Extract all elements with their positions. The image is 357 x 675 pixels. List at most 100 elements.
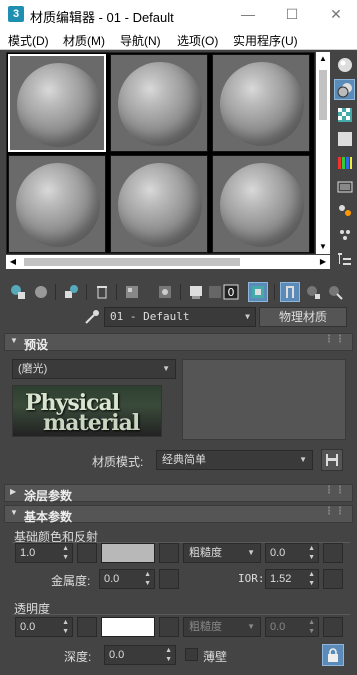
go-to-parent-icon[interactable] (280, 282, 300, 302)
preset-value: (磨光) (18, 363, 48, 375)
transparency-roughness-mode-dropdown[interactable]: 粗糙度 ▼ (183, 617, 261, 637)
material-name-row: 01 - Default ▼ 物理材质 (0, 306, 357, 328)
drag-handle-icon[interactable]: ⋮⋮ (324, 485, 346, 496)
chevron-down-icon[interactable]: ▼ (245, 308, 250, 326)
show-shaded-icon[interactable]: 0 (221, 282, 241, 302)
metalness-spinner[interactable]: 0.0 ▲ ▼ (99, 569, 155, 589)
put-to-library-icon[interactable] (155, 282, 175, 302)
spinner-arrows-icon[interactable]: ▲ ▼ (144, 570, 151, 588)
rollout-basic-params[interactable]: ▼ 基本参数 ⋮⋮ (4, 505, 353, 524)
logo-line2: material (43, 410, 140, 436)
transparency-color-swatch[interactable] (101, 617, 155, 637)
make-unique-icon[interactable] (122, 282, 142, 302)
scroll-thumb[interactable] (319, 70, 327, 120)
transparency-weight-map-button[interactable] (77, 617, 97, 637)
ior-map-button[interactable] (323, 569, 343, 589)
sample-slot[interactable] (8, 54, 106, 152)
maximize-button[interactable]: ☐ (282, 4, 302, 24)
sample-slot[interactable] (212, 155, 310, 253)
scroll-left-icon[interactable]: ◀ (6, 255, 20, 269)
depth-spinner[interactable]: 0.0 ▲ ▼ (104, 645, 176, 665)
spinner-arrows-icon[interactable]: ▲ ▼ (165, 646, 172, 664)
thin-walled-checkbox[interactable] (185, 648, 198, 661)
toolbar-separator (55, 284, 56, 300)
material-map-navigator-icon[interactable] (325, 282, 345, 302)
horizontal-scrollbar[interactable]: ◀ ▶ (6, 255, 330, 269)
transparency-roughness-map-button[interactable] (323, 617, 343, 637)
make-preview-icon[interactable] (334, 176, 355, 197)
base-color-swatch[interactable] (101, 543, 155, 563)
scroll-down-icon[interactable]: ▼ (316, 240, 330, 254)
depth-label: 深度: (64, 650, 92, 664)
sample-type-icon[interactable] (334, 54, 355, 75)
close-button[interactable]: ✕ (326, 4, 346, 24)
menu-modes[interactable]: 模式(D) (8, 32, 49, 49)
sample-slot[interactable] (110, 155, 208, 253)
select-by-material-icon[interactable] (334, 224, 355, 245)
video-color-check-icon[interactable] (334, 152, 355, 173)
base-weight-map-button[interactable] (77, 543, 97, 563)
show-in-viewport-icon[interactable] (248, 282, 268, 302)
rollout-presets[interactable]: ▼ 预设 ⋮⋮ (4, 333, 353, 352)
spinner-arrows-icon[interactable]: ▲ ▼ (308, 618, 315, 636)
material-mode-dropdown[interactable]: 经典简单 ▼ (156, 450, 313, 470)
material-id-channel-icon[interactable] (186, 282, 206, 302)
sample-slot[interactable] (110, 54, 208, 152)
put-to-scene-icon[interactable] (31, 282, 51, 302)
background-icon[interactable] (334, 104, 355, 125)
drag-handle-icon[interactable]: ⋮⋮ (324, 506, 346, 517)
chevron-down-icon[interactable]: ▼ (299, 451, 307, 469)
metalness-label: 金属度: (51, 574, 91, 588)
material-type-button[interactable]: 物理材质 (259, 307, 347, 327)
lock-button[interactable] (322, 644, 344, 666)
menu-utilities[interactable]: 实用程序(U) (233, 32, 298, 49)
roughness-mode-dropdown[interactable]: 粗糙度 ▼ (183, 543, 261, 563)
divider (12, 614, 350, 615)
spinner-value: 0.0 (104, 573, 120, 585)
menu-navigation[interactable]: 导航(N) (120, 32, 161, 49)
spinner-arrows-icon[interactable]: ▲ ▼ (308, 570, 315, 588)
uv-tiling-icon[interactable] (334, 128, 355, 149)
metalness-map-button[interactable] (159, 569, 179, 589)
go-forward-sibling-icon[interactable] (303, 282, 323, 302)
chevron-down-icon[interactable]: ▼ (247, 618, 255, 636)
scroll-thumb[interactable] (24, 258, 240, 266)
sample-slot[interactable] (8, 155, 106, 253)
reset-map-icon[interactable] (92, 282, 112, 302)
material-navigator-icon[interactable] (334, 248, 355, 269)
ior-spinner[interactable]: 1.52 ▲ ▼ (265, 569, 319, 589)
chevron-down-icon[interactable]: ▼ (162, 360, 170, 378)
spinner-arrows-icon[interactable]: ▲ ▼ (308, 544, 315, 562)
scroll-up-icon[interactable]: ▲ (316, 52, 330, 66)
physical-material-logo: Physical material (12, 385, 162, 437)
vertical-scrollbar[interactable]: ▲ ▼ (316, 52, 330, 254)
menu-material[interactable]: 材质(M) (63, 32, 105, 49)
rollout-coating[interactable]: ▶ 涂层参数 ⋮⋮ (4, 484, 353, 503)
rollout-title: 涂层参数 (24, 489, 73, 503)
options-icon[interactable] (334, 200, 355, 221)
base-weight-spinner[interactable]: 1.0 ▲ ▼ (15, 543, 73, 563)
material-name-field[interactable]: 01 - Default ▼ (104, 307, 256, 327)
sample-slot[interactable] (212, 54, 310, 152)
menu-options[interactable]: 选项(O) (177, 32, 218, 49)
spinner-arrows-icon[interactable]: ▲ ▼ (62, 618, 69, 636)
preset-dropdown[interactable]: (磨光) ▼ (12, 359, 176, 379)
get-material-icon[interactable] (8, 282, 28, 302)
roughness-map-button[interactable] (323, 543, 343, 563)
minimize-button[interactable]: — (238, 4, 258, 24)
roughness-spinner[interactable]: 0.0 ▲ ▼ (265, 543, 319, 563)
drag-handle-icon[interactable]: ⋮⋮ (324, 334, 346, 345)
toolbar-separator (274, 284, 275, 300)
backlight-icon[interactable] (334, 79, 355, 100)
eyedropper-icon[interactable] (84, 309, 100, 325)
material-toolbar: 0 (0, 278, 357, 306)
transparency-weight-spinner[interactable]: 0.0 ▲ ▼ (15, 617, 73, 637)
spinner-arrows-icon[interactable]: ▲ ▼ (62, 544, 69, 562)
assign-to-selection-icon[interactable] (61, 282, 81, 302)
scroll-right-icon[interactable]: ▶ (316, 255, 330, 269)
transparency-color-map-button[interactable] (159, 617, 179, 637)
save-preset-button[interactable] (321, 449, 343, 471)
transparency-roughness-spinner[interactable]: 0.0 ▲ ▼ (265, 617, 319, 637)
base-color-map-button[interactable] (159, 543, 179, 563)
chevron-down-icon[interactable]: ▼ (247, 544, 255, 562)
